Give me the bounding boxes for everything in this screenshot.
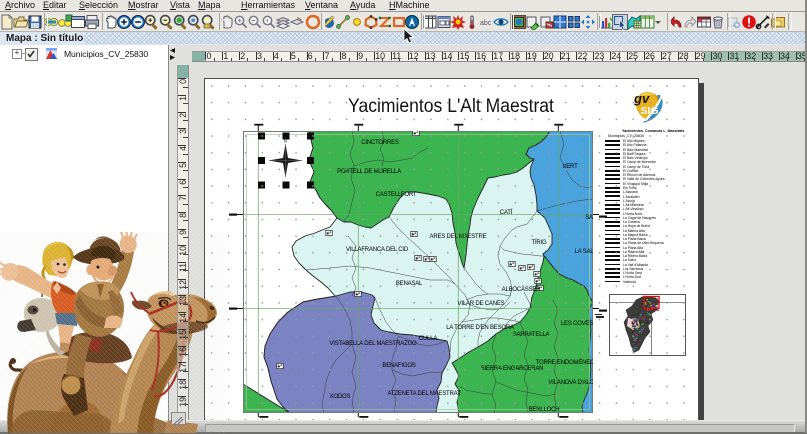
- svg-text:SIERRA ENGARCERAN: SIERRA ENGARCERAN: [481, 366, 544, 372]
- svg-text:XODOS: XODOS: [330, 394, 351, 400]
- svg-text:SARRATELLA: SARRATELLA: [513, 332, 550, 338]
- svg-text:abc: abc: [480, 20, 492, 27]
- svg-text:SIG: SIG: [641, 105, 659, 117]
- svg-text:XERT: XERT: [562, 164, 578, 170]
- svg-text:BENAFIGOS: BENAFIGOS: [382, 363, 415, 369]
- svg-text:BENASAL: BENASAL: [396, 281, 423, 287]
- svg-text:PORTELL DE MORELLA: PORTELL DE MORELLA: [337, 169, 401, 175]
- svg-text:BENLLOCH: BENLLOCH: [529, 407, 560, 413]
- svg-text:ALBOCÀSSER: ALBOCÀSSER: [502, 286, 542, 293]
- svg-text:TÍRIG: TÍRIG: [532, 239, 548, 246]
- svg-text:CULLA: CULLA: [419, 336, 438, 342]
- svg-text:SA: SA: [585, 215, 593, 221]
- svg-text:ATZENETA DEL MAESTRAT: ATZENETA DEL MAESTRAT: [388, 391, 461, 397]
- svg-text:VILANOVA D'ALC: VILANOVA D'ALC: [548, 380, 594, 386]
- svg-text:CATÍ: CATÍ: [500, 209, 513, 216]
- svg-text:ARES DEL MAESTRE: ARES DEL MAESTRE: [430, 234, 487, 240]
- svg-text:LES COVES: LES COVES: [561, 321, 593, 327]
- svg-text:VILAR DE CANES: VILAR DE CANES: [458, 301, 505, 307]
- svg-text:VISTABELLA DEL MAESTRAZGO: VISTABELLA DEL MAESTRAZGO: [329, 341, 417, 347]
- svg-text:CINCTORRES: CINCTORRES: [361, 140, 399, 146]
- svg-text:gv: gv: [633, 91, 650, 106]
- svg-text:CASTELLFORT: CASTELLFORT: [376, 192, 417, 198]
- svg-text:TORRE ENDOMÉNECH: TORRE ENDOMÉNECH: [536, 359, 599, 366]
- svg-text:VILLAFRANCA DEL CID: VILLAFRANCA DEL CID: [346, 247, 409, 253]
- svg-text:LA TORRE D'EN BESORA: LA TORRE D'EN BESORA: [446, 325, 514, 331]
- svg-text:LA SAL: LA SAL: [575, 249, 595, 255]
